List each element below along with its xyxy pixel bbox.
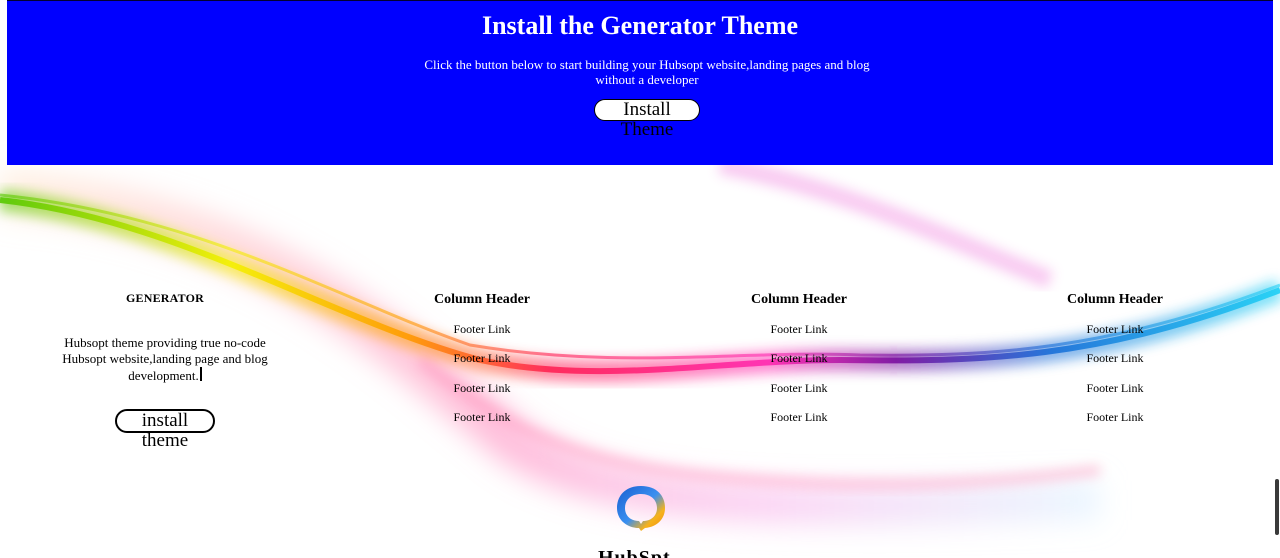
footer-column-1: Column Header Footer Link Footer Link Fo… <box>382 291 582 438</box>
footer-link[interactable]: Footer Link <box>454 410 511 424</box>
speech-bubble-logo-icon <box>617 486 665 531</box>
footer-link[interactable]: Footer Link <box>454 381 511 395</box>
footer-link[interactable]: Footer Link <box>1087 322 1144 336</box>
footer-column-2: Column Header Footer Link Footer Link Fo… <box>699 291 899 438</box>
text-caret <box>199 367 202 381</box>
footer-link[interactable]: Footer Link <box>771 381 828 395</box>
footer-link[interactable]: Footer Link <box>771 351 828 365</box>
footer-link[interactable]: Footer Link <box>454 322 511 336</box>
footer-link-list: Footer Link Footer Link Footer Link Foot… <box>382 321 582 438</box>
footer-brand-description-text: Hubsopt theme providing true no-code Hub… <box>62 335 268 383</box>
footer-brand-heading: GENERATOR <box>125 291 205 305</box>
footer-install-theme-button[interactable]: install theme <box>115 409 215 451</box>
scrollbar-thumb[interactable] <box>1275 479 1279 535</box>
footer-brand-description: Hubsopt theme providing true no-code Hub… <box>60 335 270 384</box>
footer-link[interactable]: Footer Link <box>1087 410 1144 424</box>
footer-link[interactable]: Footer Link <box>1087 351 1144 365</box>
column-header: Column Header <box>433 292 531 307</box>
site-footer: GENERATOR Hubsopt theme providing true n… <box>0 0 1280 558</box>
footer-link-list: Footer Link Footer Link Footer Link Foot… <box>699 321 899 438</box>
page-scrollbar[interactable] <box>1274 0 1280 558</box>
footer-link[interactable]: Footer Link <box>1087 381 1144 395</box>
column-header: Column Header <box>1066 292 1164 307</box>
footer-column-3: Column Header Footer Link Footer Link Fo… <box>1015 291 1215 438</box>
column-header: Column Header <box>750 292 848 307</box>
footer-link[interactable]: Footer Link <box>771 322 828 336</box>
footer-link[interactable]: Footer Link <box>454 351 511 365</box>
footer-link-list: Footer Link Footer Link Footer Link Foot… <box>1015 321 1215 438</box>
footer-link[interactable]: Footer Link <box>771 410 828 424</box>
footer-logo-wordmark: HubSpt <box>598 547 671 558</box>
